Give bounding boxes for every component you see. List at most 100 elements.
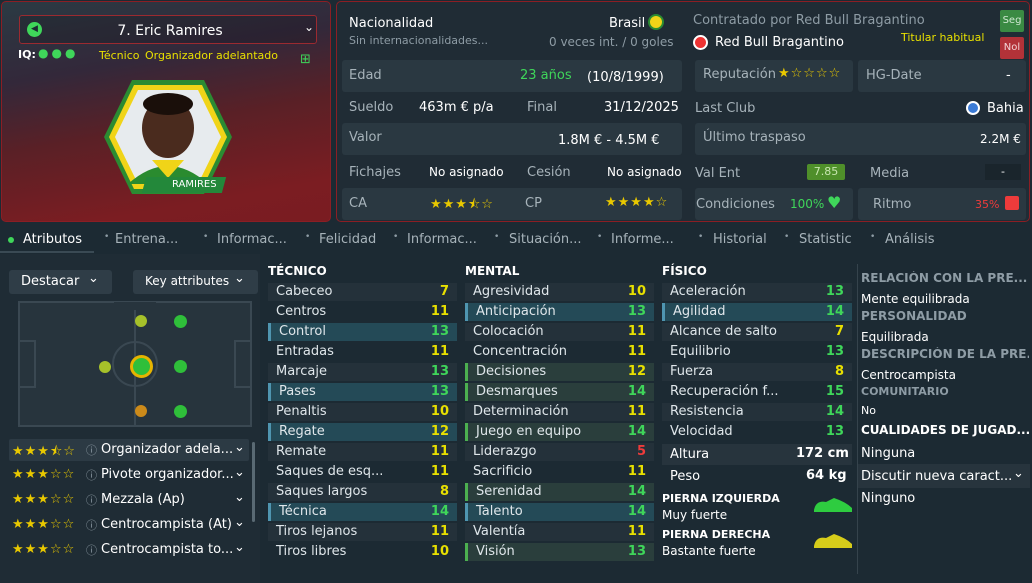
chevron-down-icon[interactable]: ⌄ [234, 540, 245, 555]
attribute-row[interactable]: Penaltis 10 [268, 403, 457, 421]
attribute-name: Tiros libres [276, 544, 347, 559]
info-panel: Nacionalidad Brasil Sin internacionalida… [336, 1, 1030, 222]
seg-button[interactable]: Seg [1000, 10, 1024, 32]
roles-scrollbar[interactable] [252, 442, 255, 522]
role-row[interactable]: ★★★☆☆ ⓘ Centrocampista (At) ⌄ [9, 514, 249, 536]
role-row[interactable]: ★★★☆☆ ⓘ Mezzala (Ap) ⌄ [9, 489, 249, 511]
tab-analisis[interactable]: Análisis [885, 232, 934, 247]
attribute-row[interactable]: Juego en equipo 14 [465, 423, 654, 441]
chevron-down-icon[interactable]: ⌄ [234, 490, 245, 505]
attribute-row[interactable]: Tiros libres 10 [268, 543, 457, 561]
attribute-row[interactable]: Valentía 11 [465, 523, 654, 541]
tab-atributos[interactable]: Atributos [23, 232, 82, 247]
shortlist-icon[interactable]: ⊞ [300, 52, 311, 67]
role-row[interactable]: ★★★☆☆ ⓘ Centrocampista to... ⌄ [9, 539, 249, 561]
attribute-row[interactable]: Alcance de salto 7 [662, 323, 852, 341]
attribute-row[interactable]: Decisiones 12 [465, 363, 654, 381]
attribute-row[interactable]: Remate 11 [268, 443, 457, 461]
tab-situacion[interactable]: Situación... [509, 232, 582, 247]
attribute-row[interactable]: Marcaje 13 [268, 363, 457, 381]
tab-felicidad[interactable]: Felicidad [319, 232, 376, 247]
role-row[interactable]: ★★★☆☆ ⓘ Pivote organizador... ⌄ [9, 464, 249, 486]
tab-dot-icon: • [698, 232, 704, 242]
attribute-row[interactable]: Serenidad 14 [465, 483, 654, 501]
role-stars: ★★★⯪☆ [12, 444, 76, 459]
attribute-row[interactable]: Agilidad 14 [662, 303, 852, 321]
attribute-row[interactable]: Velocidad 13 [662, 423, 852, 441]
attribute-row[interactable]: Entradas 11 [268, 343, 457, 361]
attribute-row[interactable]: Tiros lejanos 11 [268, 523, 457, 541]
weight-label: Peso [670, 469, 701, 484]
attribute-row[interactable]: Talento 14 [465, 503, 654, 521]
attribute-row[interactable]: Saques de esq... 11 [268, 463, 457, 481]
discuss-value: Ninguno [861, 491, 916, 506]
attribute-row[interactable]: Desmarques 14 [465, 383, 654, 401]
info-icon[interactable]: ⓘ [86, 467, 97, 483]
attribute-value: 14 [430, 504, 449, 519]
attribute-row[interactable]: Recuperación f... 15 [662, 383, 852, 401]
right-boot-icon [814, 534, 852, 548]
attribute-row[interactable]: Saques largos 8 [268, 483, 457, 501]
hg-value: - [1006, 68, 1011, 83]
attribute-row[interactable]: Liderazgo 5 [465, 443, 654, 461]
attribute-row[interactable]: Centros 11 [268, 303, 457, 321]
tab-historial[interactable]: Historial [713, 232, 767, 247]
attribute-row[interactable]: Técnica 14 [268, 503, 457, 521]
position-dot [135, 315, 147, 327]
chevron-down-icon[interactable]: ⌄ [304, 20, 314, 34]
captain-icon: ◀ [27, 22, 42, 37]
caps-value: 0 veces int. / 0 goles [549, 35, 674, 49]
nol-button[interactable]: Nol [1000, 37, 1024, 59]
info-icon[interactable]: ⓘ [86, 442, 97, 458]
attribute-row[interactable]: Visión 13 [465, 543, 654, 561]
attribute-value: 14 [627, 424, 646, 439]
nationality-value[interactable]: Brasil [609, 16, 645, 31]
media-label: Media [870, 166, 910, 181]
info-icon[interactable]: ⓘ [86, 517, 97, 533]
reputation-label: Reputación [703, 67, 776, 82]
player-name-box[interactable]: ◀ 7. Eric Ramires ⌄ [19, 15, 317, 44]
attribute-name: Saques largos [276, 484, 368, 499]
condition-label: Condiciones [696, 197, 775, 212]
tab-statistic[interactable]: Statistic [799, 232, 852, 247]
tab-informe[interactable]: Informe... [611, 232, 674, 247]
attribute-row[interactable]: Colocación 11 [465, 323, 654, 341]
attribute-row[interactable]: Resistencia 14 [662, 403, 852, 421]
relation-text: Mente equilibrada [861, 292, 970, 306]
attribute-row[interactable]: Regate 12 [268, 423, 457, 441]
weight-value: 64 kg [806, 468, 847, 483]
attribute-row[interactable]: Anticipación 13 [465, 303, 654, 321]
tab-entrenamiento[interactable]: Entrena... [115, 232, 178, 247]
chevron-down-icon[interactable]: ⌄ [234, 465, 245, 480]
player-name: 7. Eric Ramires [117, 23, 223, 39]
attribute-name: Fuerza [670, 364, 714, 379]
tab-informacion-2[interactable]: Informac... [407, 232, 477, 247]
right-foot-label: PIERNA DERECHA [662, 528, 771, 541]
chevron-down-icon[interactable]: ⌄ [234, 440, 245, 455]
tab-informacion[interactable]: Informac... [217, 232, 287, 247]
attribute-row[interactable]: Fuerza 8 [662, 363, 852, 381]
nationality-label: Nacionalidad [349, 16, 434, 31]
contract-end-value: 31/12/2025 [604, 100, 679, 115]
tab-dot-icon: • [870, 232, 876, 242]
chevron-down-icon[interactable]: ⌄ [234, 515, 245, 530]
attribute-row[interactable]: Equilibrio 13 [662, 343, 852, 361]
attribute-row[interactable]: Concentración 11 [465, 343, 654, 361]
info-icon[interactable]: ⓘ [86, 492, 97, 508]
right-foot-value: Bastante fuerte [662, 544, 756, 558]
attribute-row[interactable]: Pases 13 [268, 383, 457, 401]
attribute-row[interactable]: Agresividad 10 [465, 283, 654, 301]
attribute-name: Colocación [473, 324, 544, 339]
info-icon[interactable]: ⓘ [86, 542, 97, 558]
attribute-name: Control [279, 324, 326, 339]
contract-club[interactable]: Red Bull Bragantino [715, 35, 844, 50]
attribute-row[interactable]: Sacrificio 11 [465, 463, 654, 481]
key-attributes-label: Key attributes [145, 274, 230, 288]
attribute-row[interactable]: Control 13 [268, 323, 457, 341]
attribute-row[interactable]: Determinación 11 [465, 403, 654, 421]
tecnico-header: TÉCNICO [268, 264, 327, 278]
attribute-row[interactable]: Aceleración 13 [662, 283, 852, 301]
attribute-row[interactable]: Cabeceo 7 [268, 283, 457, 301]
last-club-value[interactable]: Bahia [987, 101, 1024, 116]
role-row[interactable]: ★★★⯪☆ ⓘ Organizador adela... ⌄ [9, 439, 249, 461]
